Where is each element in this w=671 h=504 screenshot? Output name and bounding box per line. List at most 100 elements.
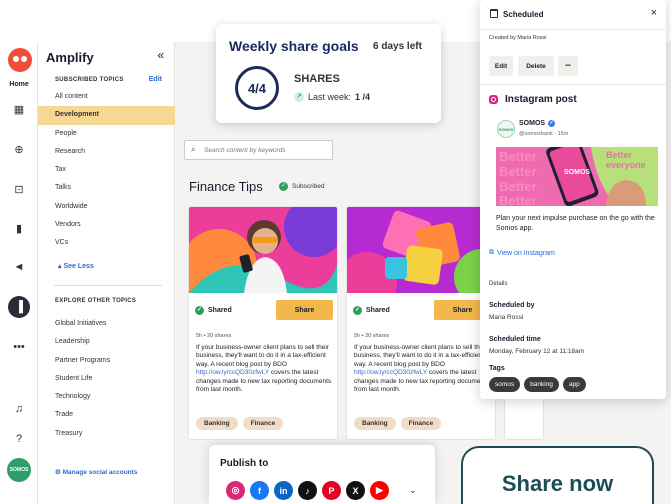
tag-pill[interactable]: Banking (196, 417, 238, 430)
card-link[interactable]: http://ow.ly/ccQD30zfwLY (196, 369, 269, 376)
content-card[interactable]: ✓ Shared Share 5h • 20 shares If your bus… (346, 206, 496, 440)
sidebar-item-leadership[interactable]: Leadership (38, 333, 175, 351)
bell-icon[interactable]: ♫ (10, 400, 28, 418)
sidebar-item-all-content[interactable]: All content (38, 88, 175, 106)
linkedin-icon[interactable]: in (274, 481, 293, 500)
subscribed-status[interactable]: ✓ Subscribed (279, 182, 325, 191)
facebook-icon[interactable]: f (250, 481, 269, 500)
section-title: Finance Tips (189, 179, 263, 194)
svg-text:Better: Better (499, 179, 537, 194)
manage-social-accounts-link[interactable]: ⚙ Manage social accounts (55, 468, 137, 476)
youtube-icon[interactable]: ▶ (370, 481, 389, 500)
check-icon: ✓ (279, 182, 288, 191)
tiktok-icon[interactable]: ♪ (298, 481, 317, 500)
sidebar-item-talks[interactable]: Talks (38, 179, 175, 197)
tag-pill[interactable]: app (562, 377, 586, 392)
pinterest-icon[interactable]: P (322, 481, 341, 500)
last-week-label: Last week: (308, 92, 352, 102)
search-placeholder: Search content by keywords (204, 147, 286, 154)
sidebar-item-technology[interactable]: Technology (38, 388, 175, 406)
account-name: SOMOS ✓ (519, 120, 556, 127)
sidebar-item-global-initiatives[interactable]: Global Initiatives (38, 315, 175, 333)
social-network-icons: ◎ f in ♪ P X ▶ (226, 481, 389, 500)
explore-topics-heading: EXPLORE OTHER TOPICS (55, 298, 137, 304)
post-image-text: Better everyone (606, 150, 646, 170)
last-week-value: 1 /4 (355, 92, 371, 102)
instagram-icon[interactable]: ◎ (226, 481, 245, 500)
card-stats: 5h • 20 shares (196, 333, 232, 339)
goals-title: Weekly share goals (229, 38, 359, 54)
scheduled-time-value: Monday, February 12 at 11:18am (489, 348, 585, 355)
rail-home-label[interactable]: Home (0, 81, 38, 88)
post-image-brand: SOMOS (564, 169, 591, 176)
tag-pill[interactable]: Finance (400, 417, 442, 430)
amplify-icon[interactable]: ▐ (8, 296, 30, 318)
tag-pill[interactable]: somos (489, 377, 521, 392)
share-button[interactable]: Share (276, 300, 333, 320)
sidebar-item-trade[interactable]: Trade (38, 406, 175, 424)
subscribed-label: Subscribed (292, 183, 325, 190)
card-image (347, 207, 495, 293)
calendar-icon[interactable]: ▦ (10, 100, 28, 118)
card-body-text: If your business-owner client plans to s… (354, 344, 487, 368)
post-image: Better Better Better Better Better every… (496, 147, 658, 206)
scheduled-by-label: Scheduled by (489, 302, 535, 309)
analytics-icon[interactable]: ▮ (10, 219, 28, 237)
edit-topics-link[interactable]: Edit (149, 76, 162, 83)
collapse-sidebar-icon[interactable]: « (157, 48, 164, 62)
card-body: If your business-owner client plans to s… (354, 344, 494, 394)
created-by: Created by Maria Rossi (489, 35, 547, 41)
tag-pill[interactable]: Finance (242, 417, 284, 430)
card-action-row: ✓ Shared Share (353, 299, 491, 321)
svg-text:Better: Better (499, 193, 537, 206)
calendar-icon (490, 9, 498, 18)
edit-button[interactable]: Edit (489, 56, 513, 76)
chevron-up-icon: ▴ (58, 263, 62, 270)
account-avatar: SOMOS (497, 120, 515, 138)
content-card[interactable]: ✓ Shared Share 5h • 20 shares If your bus… (188, 206, 338, 440)
sidebar-item-student-life[interactable]: Student Life (38, 370, 175, 388)
delete-button[interactable]: Delete (518, 56, 554, 76)
sidebar-item-worldwide[interactable]: Worldwide (38, 198, 175, 216)
card-link[interactable]: http://ow.ly/ccQD30zfwLY (354, 369, 427, 376)
sidebar-item-tax[interactable]: Tax (38, 161, 175, 179)
help-icon[interactable]: ? (10, 430, 28, 448)
tag-pill[interactable]: banking (524, 377, 559, 392)
owl-logo-icon[interactable] (8, 48, 32, 72)
megaphone-icon[interactable]: ◄ (10, 258, 28, 276)
verified-icon: ✓ (548, 120, 556, 127)
card-tags: Banking Finance (354, 417, 442, 430)
sidebar-item-vcs[interactable]: VCs (38, 234, 175, 252)
check-icon: ✓ (353, 305, 362, 315)
post-tags: somos banking app (489, 377, 586, 392)
see-less-link[interactable]: ▴ See Less (58, 262, 94, 270)
search-input[interactable]: ⌕ Search content by keywords (184, 140, 333, 160)
shared-status: ✓ Shared (195, 305, 232, 315)
sidebar-item-vendors[interactable]: Vendors (38, 216, 175, 234)
sidebar-item-people[interactable]: People (38, 125, 175, 143)
scheduled-panel: Scheduled × Created by Maria Rossi Edit … (480, 0, 666, 399)
svg-text:Better: Better (499, 149, 537, 164)
publish-to-bar: Publish to ◎ f in ♪ P X ▶ ⌄ (209, 445, 435, 504)
shared-status: ✓ Shared (353, 305, 390, 315)
sidebar-item-treasury[interactable]: Treasury (38, 425, 175, 443)
details-heading: Details (489, 281, 508, 287)
sidebar-item-research[interactable]: Research (38, 143, 175, 161)
weekly-goals-card: Weekly share goals 6 days left 4/4 SHARE… (216, 24, 441, 123)
more-options-button[interactable]: ••• (558, 56, 578, 76)
sidebar-item-partner-programs[interactable]: Partner Programs (38, 352, 175, 370)
external-link-icon: ⧉ (489, 249, 494, 256)
share-now-button[interactable]: Share now (461, 446, 654, 504)
inbox-icon[interactable]: ⊡ (10, 180, 28, 198)
view-on-instagram-link[interactable]: ⧉ View on Instagram (489, 249, 555, 257)
publish-title: Publish to (220, 458, 269, 469)
more-icon[interactable]: ••• (10, 338, 28, 356)
close-icon[interactable]: × (651, 7, 657, 19)
chevron-down-icon[interactable]: ⌄ (409, 485, 417, 496)
avatar[interactable]: SOMOS (7, 458, 31, 482)
search-icon: ⌕ (191, 145, 196, 154)
tag-pill[interactable]: Banking (354, 417, 396, 430)
sidebar-item-development[interactable]: Development (38, 106, 175, 125)
plus-circle-icon[interactable]: ⊕ (10, 140, 28, 158)
x-icon[interactable]: X (346, 481, 365, 500)
